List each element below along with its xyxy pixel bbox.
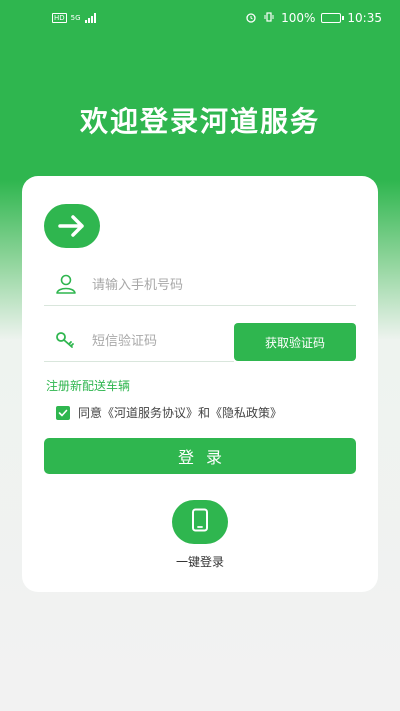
phone-icon [191,508,209,536]
one-key-login-button[interactable] [172,500,228,544]
hd-badge: HD [52,13,67,23]
register-vehicle-link[interactable]: 注册新配送车辆 [46,377,130,394]
welcome-title: 欢迎登录河道服务 [79,105,320,138]
battery-icon [321,13,345,23]
key-icon [44,330,88,350]
arrow-right-icon [44,204,100,248]
login-button[interactable]: 登录 [44,438,356,474]
alarm-icon [245,11,257,26]
sms-code-field[interactable]: 短信验证码 [44,318,234,362]
get-code-button[interactable]: 获取验证码 [234,323,356,361]
one-key-login-label: 一键登录 [175,555,224,569]
sms-code-input[interactable]: 短信验证码 [92,330,157,349]
login-card: 请输入手机号码 短信验证码 获取验证码 注册新配送车辆 同意《河道服务协议》和《… [22,176,378,592]
status-bar: HD 5G 100% 10:35 [0,0,400,36]
phone-input[interactable]: 请输入手机号码 [92,274,183,293]
user-icon [44,274,88,294]
network-type: 5G [70,14,81,22]
signal-icon [84,13,96,23]
battery-percent: 100% [281,11,316,25]
agreement-checkbox[interactable] [56,405,70,420]
agreement-row: 同意《河道服务协议》和《隐私政策》 [56,404,282,421]
status-left: HD 5G [52,13,96,23]
status-right: 100% 10:35 [245,11,382,26]
clock: 10:35 [347,11,382,25]
phone-field[interactable]: 请输入手机号码 [44,262,356,306]
vibrate-icon [263,11,275,26]
agreement-text[interactable]: 同意《河道服务协议》和《隐私政策》 [78,404,282,421]
